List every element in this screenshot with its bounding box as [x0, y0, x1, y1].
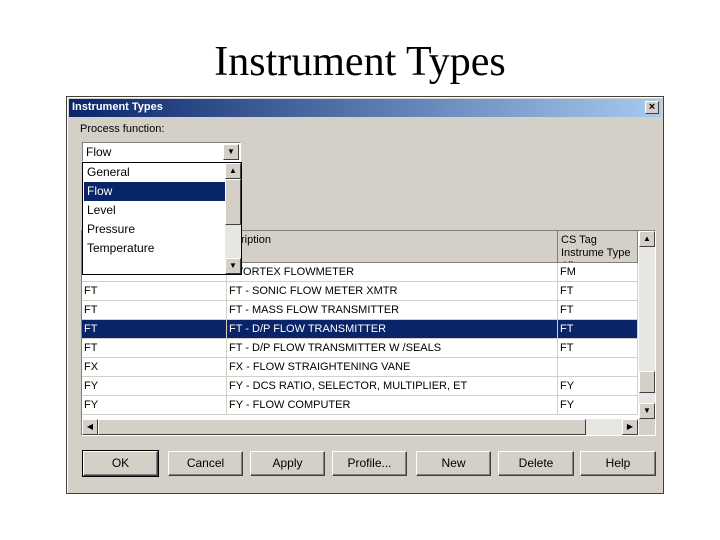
vertical-scroll-thumb[interactable]: [639, 371, 655, 393]
cell-type: FX: [82, 358, 227, 377]
cell-description: FT - D/P FLOW TRANSMITTER W /SEALS: [227, 339, 558, 358]
scroll-down-icon[interactable]: ▼: [639, 403, 655, 419]
table-row[interactable]: FT FT - SONIC FLOW METER XMTR FT: [82, 282, 638, 301]
table-row-selected[interactable]: FT FT - D/P FLOW TRANSMITTER FT: [82, 320, 638, 339]
table-row[interactable]: FY FY - DCS RATIO, SELECTOR, MULTIPLIER,…: [82, 377, 638, 396]
table-row[interactable]: FT FT - D/P FLOW TRANSMITTER W /SEALS FT: [82, 339, 638, 358]
cell-description: FT - MASS FLOW TRANSMITTER: [227, 301, 558, 320]
apply-button[interactable]: Apply: [250, 451, 325, 476]
cell-type: FT: [82, 282, 227, 301]
cell-type: FT: [82, 320, 227, 339]
cell-description: - VORTEX FLOWMETER: [227, 263, 558, 282]
cell-alias: FY: [558, 396, 638, 415]
column-header-description[interactable]: scription: [227, 231, 558, 263]
scroll-up-icon[interactable]: ▲: [225, 163, 241, 179]
instrument-types-dialog: Instrument Types × Process function: Flo…: [66, 96, 664, 494]
cell-alias: FT: [558, 282, 638, 301]
cell-type: FY: [82, 377, 227, 396]
cell-description: FT - D/P FLOW TRANSMITTER: [227, 320, 558, 339]
cell-description: FT - SONIC FLOW METER XMTR: [227, 282, 558, 301]
scroll-down-icon[interactable]: ▼: [225, 258, 241, 274]
close-icon[interactable]: ×: [645, 101, 659, 114]
cell-type: FT: [82, 339, 227, 358]
dialog-title: Instrument Types: [72, 101, 163, 113]
process-function-label: Process function:: [80, 123, 165, 135]
table-row[interactable]: FX FX - FLOW STRAIGHTENING VANE: [82, 358, 638, 377]
cell-type: FY: [82, 396, 227, 415]
dropdown-option-level[interactable]: Level: [84, 201, 225, 220]
cell-alias: [558, 358, 638, 377]
horizontal-scroll-thumb[interactable]: [98, 419, 586, 435]
scroll-right-icon[interactable]: ▶: [622, 419, 638, 435]
cell-description: FY - FLOW COMPUTER: [227, 396, 558, 415]
dropdown-option-flow[interactable]: Flow: [84, 182, 225, 201]
process-function-select[interactable]: Flow ▼: [82, 142, 241, 162]
cell-description: FX - FLOW STRAIGHTENING VANE: [227, 358, 558, 377]
slide-title: Instrument Types: [214, 39, 506, 85]
cell-type: FT: [82, 301, 227, 320]
delete-button[interactable]: Delete: [498, 451, 574, 476]
chevron-down-icon[interactable]: ▼: [223, 144, 239, 160]
cell-alias: FT: [558, 320, 638, 339]
help-button[interactable]: Help: [580, 451, 656, 476]
dropdown-option-pressure[interactable]: Pressure: [84, 220, 225, 239]
process-function-value: Flow: [86, 145, 112, 159]
dropdown-scrollbar[interactable]: ▲ ▼: [225, 163, 241, 274]
table-vertical-scrollbar[interactable]: ▲ ▼: [639, 231, 655, 419]
scroll-up-icon[interactable]: ▲: [639, 231, 655, 247]
profile-button[interactable]: Profile...: [332, 451, 407, 476]
table-horizontal-scrollbar[interactable]: ◀ ▶: [82, 419, 638, 435]
table-row[interactable]: FY FY - FLOW COMPUTER FY: [82, 396, 638, 415]
cell-description: FY - DCS RATIO, SELECTOR, MULTIPLIER, ET: [227, 377, 558, 396]
cell-alias: FM: [558, 263, 638, 282]
table-row[interactable]: FT FT - MASS FLOW TRANSMITTER FT: [82, 301, 638, 320]
ok-button[interactable]: OK: [82, 450, 159, 477]
dropdown-option-temperature[interactable]: Temperature: [84, 239, 225, 258]
dropdown-scroll-thumb[interactable]: [225, 179, 241, 225]
cell-alias: FY: [558, 377, 638, 396]
new-button[interactable]: New: [416, 451, 491, 476]
scroll-corner: [639, 419, 655, 435]
scroll-left-icon[interactable]: ◀: [82, 419, 98, 435]
process-function-dropdown-list: General Flow Level Pressure Temperature …: [82, 162, 242, 275]
dialog-titlebar[interactable]: Instrument Types ×: [69, 99, 661, 117]
cancel-button[interactable]: Cancel: [168, 451, 243, 476]
dropdown-option-general[interactable]: General: [84, 163, 225, 182]
cell-alias: FT: [558, 301, 638, 320]
cell-alias: FT: [558, 339, 638, 358]
column-header-alias[interactable]: CS Tag Instrume Type Alias: [558, 231, 638, 263]
